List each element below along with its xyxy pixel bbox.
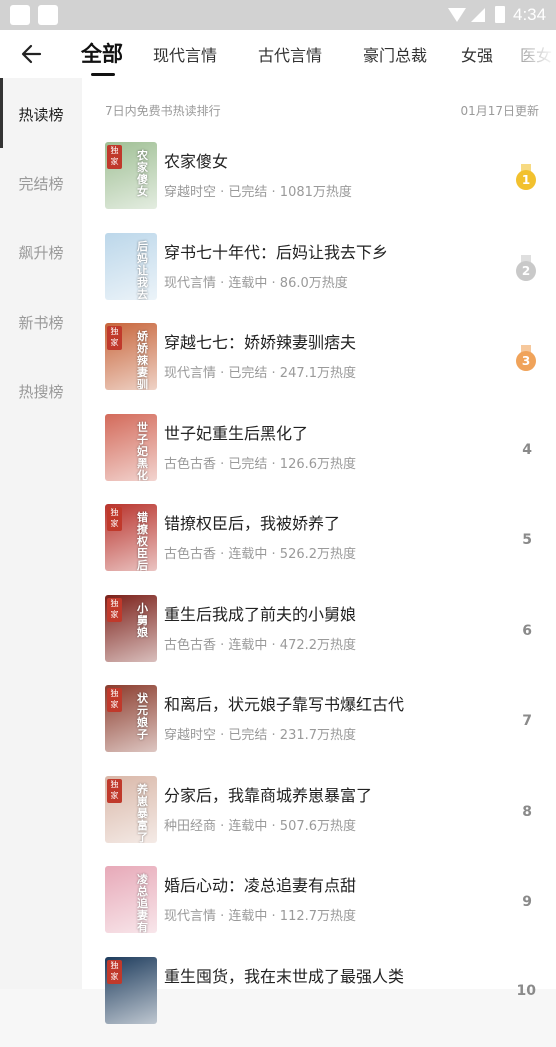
- category-tab-bar: 全部 现代言情 古代言情 豪门总裁 女强 医女: [0, 30, 556, 78]
- book-meta: 穿越时空 · 已完结 · 1081万热度: [164, 185, 352, 200]
- cover-title-art: 养崽暴富了: [137, 782, 148, 843]
- sidebar-item-hot-read[interactable]: 热读榜: [0, 104, 82, 125]
- rank-number: 9: [522, 894, 532, 910]
- notification-icon: [10, 5, 30, 25]
- back-button[interactable]: [18, 40, 48, 68]
- book-title[interactable]: 穿越七七：娇娇辣妻驯痞夫: [164, 329, 356, 353]
- rank-number: 5: [522, 532, 532, 548]
- medal-rank-number: 3: [516, 351, 536, 371]
- exclusive-tag: 独家: [107, 326, 122, 350]
- sidebar-active-indicator: [0, 78, 3, 148]
- book-meta: 种田经商 · 连载中 · 507.6万热度: [164, 818, 357, 834]
- ranking-list: 7日内免费书热读排行 01月17日更新 独家 农家傻女 农家傻女穿越时空 · 已完结…: [82, 78, 556, 1024]
- book-cover[interactable]: 独家: [105, 956, 157, 1024]
- rank-medal-icon: 3: [515, 345, 537, 373]
- book-cover[interactable]: 后妈让我去下乡: [105, 232, 157, 300]
- rank-number: 7: [522, 713, 532, 729]
- book-row[interactable]: 世子妃黑化了 世子妃重生后黑化了古色古香 · 已完结 · 126.6万热度 4: [82, 413, 556, 504]
- cover-title-art: 状元娘子: [137, 692, 148, 741]
- battery-icon: [495, 6, 505, 23]
- cover-title-art: 错撩权臣后: [137, 511, 148, 572]
- ranking-sidebar: 热读榜 完结榜 飙升榜 新书榜 热搜榜: [0, 78, 82, 989]
- cover-title-art: 凌总追妻有点甜: [137, 873, 148, 934]
- medal-rank-number: 2: [516, 260, 536, 281]
- exclusive-tag: 独家: [107, 507, 122, 531]
- sidebar-item-hot-search[interactable]: 热搜榜: [0, 381, 82, 402]
- tab-all[interactable]: 全部: [81, 38, 123, 68]
- cover-title-art: 世子妃黑化了: [137, 420, 148, 481]
- book-row[interactable]: 独家 错撩权臣后 错撩权臣后，我被娇养了古色古香 · 连载中 · 526.2万热度 5: [82, 504, 556, 594]
- book-cover[interactable]: 独家 错撩权臣后: [105, 504, 157, 571]
- book-meta: 现代言情 · 已完结 · 247.1万热度: [164, 366, 357, 381]
- active-tab-indicator: [91, 73, 115, 76]
- exclusive-tag: 独家: [107, 778, 122, 803]
- exclusive-tag: 独家: [107, 145, 122, 169]
- wifi-icon: [448, 8, 466, 22]
- rank-number: 4: [522, 441, 532, 458]
- medal-rank-number: 1: [516, 170, 536, 190]
- cover-title-art: 农家傻女: [137, 149, 148, 198]
- exclusive-tag: 独家: [107, 688, 122, 712]
- book-row[interactable]: 凌总追妻有点甜 婚后心动：凌总追妻有点甜现代言情 · 连载中 · 112.7万热度…: [82, 866, 556, 956]
- book-meta: 古色古香 · 连载中 · 526.2万热度: [164, 547, 357, 562]
- book-title[interactable]: 错撩权臣后，我被娇养了: [164, 510, 340, 534]
- book-cover[interactable]: 世子妃黑化了: [105, 413, 157, 481]
- exclusive-tag: 独家: [107, 597, 122, 622]
- tab-modern-romance[interactable]: 现代言情: [153, 42, 217, 66]
- sidebar-item-completed[interactable]: 完结榜: [0, 173, 82, 194]
- cover-title-art: 后妈让我去下乡: [137, 239, 148, 300]
- book-title[interactable]: 重生囤货，我在末世成了最强人类: [164, 963, 404, 987]
- rank-number: 6: [522, 622, 532, 639]
- sidebar-item-new[interactable]: 新书榜: [0, 312, 82, 333]
- book-cover[interactable]: 独家 娇娇辣妻驯痞夫: [105, 323, 157, 390]
- signal-icon: [471, 8, 485, 22]
- back-arrow-icon: [21, 44, 42, 64]
- book-row[interactable]: 独家 娇娇辣妻驯痞夫 穿越七七：娇娇辣妻驯痞夫现代言情 · 已完结 · 247.1万…: [82, 323, 556, 413]
- book-row[interactable]: 独家 农家傻女 农家傻女穿越时空 · 已完结 · 1081万热度 1: [82, 142, 556, 232]
- book-row[interactable]: 后妈让我去下乡 穿书七十年代：后妈让我去下乡现代言情 · 连载中 · 86.0万热…: [82, 232, 556, 323]
- book-row[interactable]: 独家 养崽暴富了 分家后，我靠商城养崽暴富了种田经商 · 连载中 · 507.6万热…: [82, 775, 556, 866]
- book-cover[interactable]: 独家 养崽暴富了: [105, 775, 157, 843]
- rank-medal-icon: 2: [515, 254, 537, 283]
- book-title[interactable]: 和离后，状元娘子靠写书爆红古代: [164, 691, 404, 715]
- status-time: 4:34: [513, 5, 547, 24]
- book-meta: 现代言情 · 连载中 · 86.0万热度: [164, 275, 348, 291]
- update-date: 01月17日更新: [460, 104, 539, 118]
- book-title[interactable]: 穿书七十年代：后妈让我去下乡: [164, 239, 388, 263]
- book-meta: 现代言情 · 连载中 · 112.7万热度: [164, 909, 357, 924]
- sidebar-item-rising[interactable]: 飙升榜: [0, 242, 82, 263]
- book-cover[interactable]: 凌总追妻有点甜: [105, 866, 157, 933]
- book-cover[interactable]: 独家 小舅娘: [105, 594, 157, 662]
- rank-medal-icon: 1: [515, 164, 537, 192]
- tab-ancient-romance[interactable]: 古代言情: [258, 42, 322, 66]
- tab-ceo[interactable]: 豪门总裁: [363, 42, 427, 66]
- rank-number: 8: [522, 803, 532, 820]
- book-cover[interactable]: 独家 状元娘子: [105, 685, 157, 752]
- book-meta: 古色古香 · 连载中 · 472.2万热度: [164, 637, 357, 653]
- tab-strong-female[interactable]: 女强: [461, 42, 493, 66]
- book-title[interactable]: 世子妃重生后黑化了: [164, 420, 308, 444]
- book-row[interactable]: 独家 小舅娘 重生后我成了前夫的小舅娘古色古香 · 连载中 · 472.2万热度 6: [82, 594, 556, 685]
- book-title[interactable]: 婚后心动：凌总追妻有点甜: [164, 872, 356, 896]
- book-title[interactable]: 分家后，我靠商城养崽暴富了: [164, 782, 372, 806]
- cover-title-art: 娇娇辣妻驯痞夫: [137, 330, 148, 391]
- book-cover[interactable]: 独家 农家傻女: [105, 142, 157, 209]
- book-row[interactable]: 独家 状元娘子 和离后，状元娘子靠写书爆红古代穿越时空 · 已完结 · 231.7万…: [82, 685, 556, 775]
- book-meta: 古色古香 · 已完结 · 126.6万热度: [164, 456, 357, 472]
- list-description: 7日内免费书热读排行: [105, 104, 221, 118]
- book-title[interactable]: 重生后我成了前夫的小舅娘: [164, 601, 356, 625]
- book-meta: 穿越时空 · 已完结 · 231.7万热度: [164, 728, 357, 743]
- cover-title-art: 小舅娘: [137, 601, 148, 639]
- book-row[interactable]: 独家 重生囤货，我在末世成了最强人类 10: [82, 956, 556, 1047]
- rank-number: 10: [516, 982, 536, 999]
- exclusive-tag: 独家: [107, 959, 122, 984]
- notification-icon: [38, 5, 58, 25]
- tab-fade: [516, 30, 556, 78]
- book-title[interactable]: 农家傻女: [164, 148, 228, 172]
- status-bar: 4:34: [0, 0, 556, 30]
